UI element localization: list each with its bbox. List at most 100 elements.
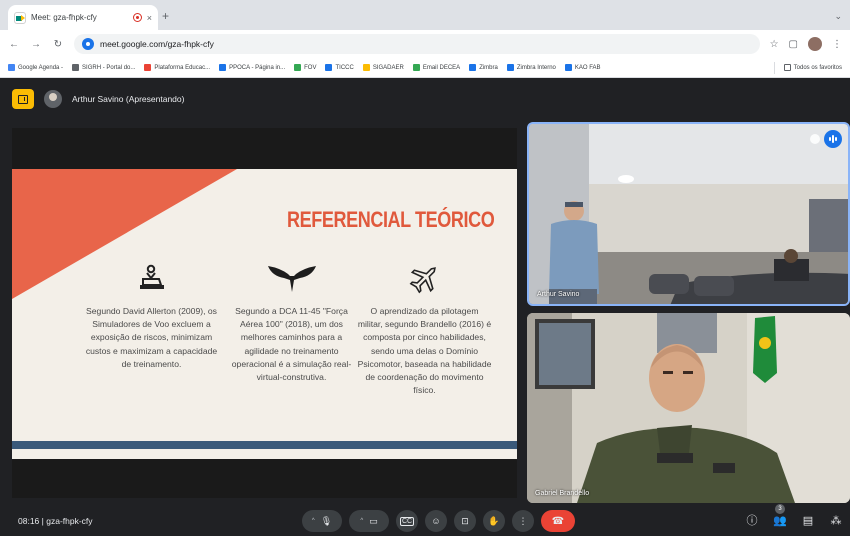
folder-icon: [783, 64, 791, 71]
bookmark-label: SIGRH - Portal do...: [82, 64, 136, 71]
browser-toolbar: ← → ↻ meet.google.com/gza-fhpk-cfy ☆ ▢ ⋮: [0, 30, 850, 58]
call-controls: ^ 🎙 ^ ▭ CC ☺ ⊡ ✋ ⋮ ☎: [302, 510, 575, 532]
slide-column-3-text: O aprendizado da pilotagem militar, segu…: [357, 306, 492, 396]
browser-tabstrip: Meet: gza-fhpk-cfy × + ⌄: [0, 0, 850, 30]
tile-options-icon[interactable]: [810, 134, 820, 144]
site-info-icon[interactable]: [82, 38, 94, 50]
bookmark-item[interactable]: Zimbra Interno: [506, 64, 556, 71]
slide-column-1-text: Segundo David Allerton (2009), os Simula…: [85, 306, 218, 369]
recording-indicator-icon: [132, 13, 142, 22]
hang-up-icon: ☎: [551, 515, 565, 527]
bookmark-item[interactable]: Zimbra: [469, 64, 498, 71]
bookmark-item[interactable]: Plataforma Educac...: [144, 64, 210, 71]
bookmark-item[interactable]: TICCC: [325, 64, 354, 71]
all-bookmarks[interactable]: Todos os favoritos: [783, 64, 842, 71]
participant-name: Arthur Savino: [537, 291, 580, 298]
slide-column-3: O aprendizado da pilotagem militar, segu…: [357, 259, 492, 397]
microphone-button[interactable]: ^ 🎙: [302, 510, 342, 532]
bookmark-label: Zimbra Interno: [516, 64, 556, 71]
presentation-icon[interactable]: [12, 89, 34, 109]
chat-button[interactable]: ▤: [800, 513, 816, 529]
bookmark-item[interactable]: Google Agenda -: [8, 64, 63, 71]
meet-window: Arthur Savino (Apresentando) REFERENCIAL…: [0, 78, 850, 536]
bookmark-item[interactable]: Email DECEA: [412, 64, 460, 71]
video-tile-arthur[interactable]: Arthur Savino: [527, 122, 850, 306]
emoji-icon: ☺: [431, 516, 441, 526]
bookmark-favicon-icon: [362, 64, 370, 71]
more-options-button[interactable]: ⋮: [512, 510, 534, 532]
url-path: /gza-fhpk-cfy: [165, 39, 214, 49]
air-force-emblem-icon: [224, 259, 359, 297]
bookmark-item[interactable]: KAO FAB: [564, 64, 601, 71]
bookmark-label: SIGADAER: [372, 64, 404, 71]
hand-icon: ✋: [488, 515, 500, 526]
slide-bottom-bar: [12, 441, 517, 449]
bookmarks-bar: Google Agenda - SIGRH - Portal do... Plata…: [0, 58, 850, 78]
bookmark-favicon-icon: [144, 64, 152, 71]
shared-screen: REFERENCIAL TEÓRICO Segundo David Allert…: [12, 128, 517, 498]
more-vert-icon: ⋮: [518, 515, 528, 526]
bookmark-item[interactable]: SIGRH - Portal do...: [72, 64, 135, 71]
people-icon: 👥: [773, 515, 787, 527]
meet-favicon-icon: [14, 11, 26, 24]
bookmark-star-icon[interactable]: ☆: [770, 39, 779, 50]
back-icon[interactable]: ←: [8, 39, 20, 50]
chevron-up-icon[interactable]: ^: [312, 518, 315, 524]
tab-title: Meet: gza-fhpk-cfy: [31, 13, 97, 22]
chevron-up-icon[interactable]: ^: [360, 518, 363, 524]
speaking-indicator-icon: [824, 130, 842, 148]
raise-hand-button[interactable]: ✋: [483, 510, 505, 532]
video-tile-gabriel[interactable]: Gabriel Brandello: [527, 313, 850, 503]
bookmark-favicon-icon: [72, 64, 80, 71]
participant-name: Gabriel Brandello: [535, 490, 590, 497]
forward-icon[interactable]: →: [30, 39, 42, 50]
slide-title: REFERENCIAL TEÓRICO: [287, 207, 495, 232]
meeting-details-button[interactable]: ⓘ: [744, 513, 760, 529]
camera-button[interactable]: ^ ▭: [349, 510, 389, 532]
bookmark-item[interactable]: FOV: [294, 64, 316, 71]
profile-avatar[interactable]: [808, 37, 822, 51]
camera-icon: ▭: [369, 515, 378, 526]
all-bookmarks-label: Todos os favoritos: [793, 64, 842, 71]
people-button[interactable]: 3 👥: [772, 504, 788, 529]
slide-column-2: Segundo a DCA 11-45 "Força Aérea 100" (2…: [224, 259, 359, 384]
extensions-icon[interactable]: ▢: [789, 39, 798, 50]
bookmark-label: Google Agenda -: [18, 64, 64, 71]
meeting-info-separator: |: [41, 516, 44, 526]
video-feed-arthur: [529, 124, 848, 304]
microphone-icon: 🎙: [320, 515, 333, 526]
new-tab-button[interactable]: +: [162, 9, 169, 23]
bookmark-label: FOV: [304, 64, 317, 71]
menu-kebab-icon[interactable]: ⋮: [832, 39, 842, 50]
bookmark-label: PPOCA - Página in...: [229, 64, 286, 71]
bookmark-label: KAO FAB: [574, 64, 601, 71]
captions-button[interactable]: CC: [396, 510, 418, 532]
bookmark-item[interactable]: PPOCA - Página in...: [219, 64, 285, 71]
leave-call-button[interactable]: ☎: [541, 510, 575, 532]
address-bar[interactable]: meet.google.com/gza-fhpk-cfy: [74, 34, 760, 54]
slide-column-2-text: Segundo a DCA 11-45 "Força Aérea 100" (2…: [231, 306, 352, 383]
chat-icon: ▤: [802, 515, 814, 527]
meeting-time: 08:16: [18, 516, 40, 526]
reload-icon[interactable]: ↻: [52, 39, 64, 50]
presentation-slide: REFERENCIAL TEÓRICO Segundo David Allert…: [12, 169, 517, 459]
reactions-button[interactable]: ☺: [425, 510, 447, 532]
bookmark-item[interactable]: SIGADAER: [362, 64, 404, 71]
slide-column-1: Segundo David Allerton (2009), os Simula…: [84, 259, 219, 371]
activities-icon: ⁂: [830, 515, 842, 527]
tab-close-icon[interactable]: ×: [147, 13, 152, 23]
screen: Meet: gza-fhpk-cfy × + ⌄ ← → ↻ meet.goog…: [0, 0, 850, 536]
activities-button[interactable]: ⁂: [828, 513, 844, 529]
tab-search-icon[interactable]: ⌄: [834, 11, 842, 22]
side-panel-controls: ⓘ 3 👥 ▤ ⁂: [744, 504, 844, 529]
present-button[interactable]: ⊡: [454, 510, 476, 532]
video-feed-gabriel: [527, 313, 850, 503]
airplane-icon: [357, 259, 492, 297]
presenter-avatar: [44, 90, 62, 108]
captions-icon: CC: [399, 516, 415, 526]
bookmark-favicon-icon: [219, 64, 227, 71]
browser-tab[interactable]: Meet: gza-fhpk-cfy ×: [8, 5, 158, 30]
url-host: meet.google.com: [100, 39, 166, 49]
bookmark-favicon-icon: [469, 64, 477, 71]
bookmark-label: Zimbra: [479, 64, 498, 71]
